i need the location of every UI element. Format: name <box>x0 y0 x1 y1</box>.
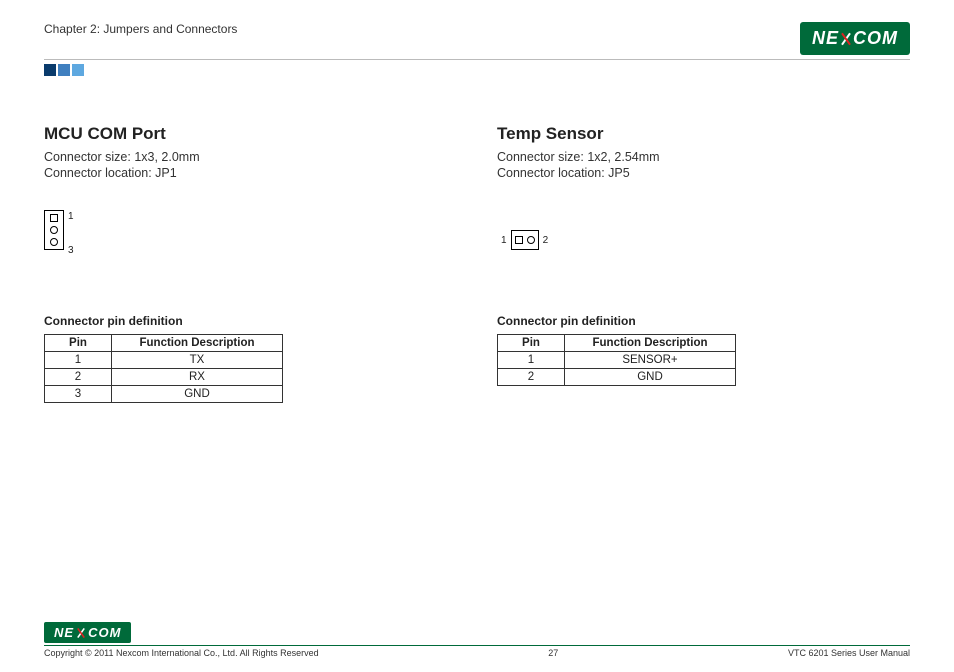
table-row: 3 GND <box>45 386 283 403</box>
connector-size: Connector size: 1x3, 2.0mm <box>44 150 457 164</box>
cell-func: GND <box>112 386 283 403</box>
cell-pin: 2 <box>45 369 112 386</box>
th-func: Function Description <box>112 335 283 352</box>
pin-label-3: 3 <box>68 244 74 258</box>
section-temp-sensor: Temp Sensor Connector size: 1x2, 2.54mm … <box>497 124 910 403</box>
th-func: Function Description <box>565 335 736 352</box>
connector-location: Connector location: JP1 <box>44 166 457 180</box>
page-footer: NECOM Copyright © 2011 Nexcom Internatio… <box>44 622 910 658</box>
connector-location: Connector location: JP5 <box>497 166 910 180</box>
connector-diagram-jp5: 1 2 <box>497 210 910 270</box>
pin-label-1: 1 <box>68 210 74 224</box>
table-caption: Connector pin definition <box>44 314 457 328</box>
table-row: 2 GND <box>498 369 736 386</box>
pin-1-icon <box>50 214 58 222</box>
decorative-squares <box>44 64 910 76</box>
cell-func: SENSOR+ <box>565 352 736 369</box>
copyright-text: Copyright © 2011 Nexcom International Co… <box>44 648 319 658</box>
page-number: 27 <box>548 648 558 658</box>
pin-3-icon <box>50 238 58 246</box>
pin-label-1: 1 <box>501 235 507 246</box>
table-row: 2 RX <box>45 369 283 386</box>
section-mcu-com-port: MCU COM Port Connector size: 1x3, 2.0mm … <box>44 124 457 403</box>
chapter-title: Chapter 2: Jumpers and Connectors <box>44 22 237 36</box>
cell-func: RX <box>112 369 283 386</box>
th-pin: Pin <box>45 335 112 352</box>
pin-2-icon <box>527 236 535 244</box>
table-caption: Connector pin definition <box>497 314 910 328</box>
brand-logo-footer: NECOM <box>44 622 131 643</box>
connector-diagram-jp1: 1 3 <box>44 210 457 270</box>
cell-pin: 1 <box>498 352 565 369</box>
connector-size: Connector size: 1x2, 2.54mm <box>497 150 910 164</box>
table-row: 1 SENSOR+ <box>498 352 736 369</box>
th-pin: Pin <box>498 335 565 352</box>
brand-logo: NECOM <box>800 22 910 55</box>
pin-2-icon <box>50 226 58 234</box>
pin-table-jp5: Pin Function Description 1 SENSOR+ 2 GND <box>497 334 736 386</box>
cell-pin: 1 <box>45 352 112 369</box>
pin-label-2: 2 <box>543 235 549 246</box>
table-row: 1 TX <box>45 352 283 369</box>
pin-table-jp1: Pin Function Description 1 TX 2 RX 3 <box>44 334 283 403</box>
pin-1-icon <box>515 236 523 244</box>
pin-housing <box>511 230 539 250</box>
section-title: MCU COM Port <box>44 124 457 144</box>
header-rule <box>44 59 910 60</box>
cell-func: GND <box>565 369 736 386</box>
cell-pin: 3 <box>45 386 112 403</box>
manual-title: VTC 6201 Series User Manual <box>788 648 910 658</box>
section-title: Temp Sensor <box>497 124 910 144</box>
cell-func: TX <box>112 352 283 369</box>
cell-pin: 2 <box>498 369 565 386</box>
footer-rule <box>44 645 910 646</box>
pin-housing <box>44 210 64 250</box>
